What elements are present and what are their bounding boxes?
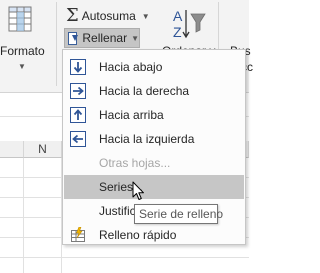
tooltip: Serie de relleno <box>134 204 223 224</box>
menu-item-fill-up[interactable]: Hacia arriba <box>64 103 244 127</box>
arrow-up-icon <box>70 107 86 123</box>
column-header-label: N <box>38 142 47 156</box>
menu-item-label: Hacia abajo <box>99 60 163 74</box>
gridline <box>0 257 249 258</box>
fill-button[interactable]: Rellenar ▼ <box>64 28 140 48</box>
chevron-down-icon: ▼ <box>141 11 150 21</box>
menu-item-other-sheets: Otras hojas... <box>64 151 244 175</box>
menu-item-label: Relleno rápido <box>99 228 177 242</box>
flash-fill-icon <box>71 227 85 242</box>
menu-item-label: Hacia la derecha <box>99 84 190 98</box>
format-icon <box>8 6 32 32</box>
svg-text:A: A <box>173 8 183 24</box>
gridline <box>23 158 24 273</box>
column-header[interactable] <box>0 141 24 158</box>
sort-filter-icon[interactable]: A Z <box>172 6 206 40</box>
menu-item-label: Otras hojas... <box>99 156 171 170</box>
menu-item-label: Hacia la izquierda <box>99 132 195 146</box>
autosum-button[interactable]: Σ Autosuma ▼ <box>66 6 150 26</box>
mouse-pointer-icon <box>132 181 144 200</box>
format-chevron-down-icon[interactable]: ▼ <box>18 62 26 71</box>
arrow-left-icon <box>70 131 86 147</box>
arrow-down-icon <box>70 59 86 75</box>
menu-item-label: Justific <box>99 204 136 218</box>
group-separator <box>56 2 57 86</box>
chevron-down-icon: ▼ <box>131 33 139 43</box>
column-header-n[interactable]: N <box>24 141 62 158</box>
sigma-icon: Σ <box>66 5 79 26</box>
menu-item-series[interactable]: Series... <box>64 175 244 199</box>
fill-label: Rellenar <box>82 31 128 45</box>
svg-text:Z: Z <box>173 24 182 40</box>
autosum-label: Autosuma <box>81 9 136 23</box>
menu-item-flash-fill[interactable]: Relleno rápido <box>64 223 244 247</box>
menu-item-fill-right[interactable]: Hacia la derecha <box>64 79 244 103</box>
fill-down-icon <box>68 31 79 45</box>
format-button-label[interactable]: Formato <box>0 44 45 58</box>
menu-item-fill-down[interactable]: Hacia abajo <box>64 55 244 79</box>
menu-item-label: Hacia arriba <box>99 108 164 122</box>
arrow-right-icon <box>70 83 86 99</box>
menu-item-fill-left[interactable]: Hacia la izquierda <box>64 127 244 151</box>
